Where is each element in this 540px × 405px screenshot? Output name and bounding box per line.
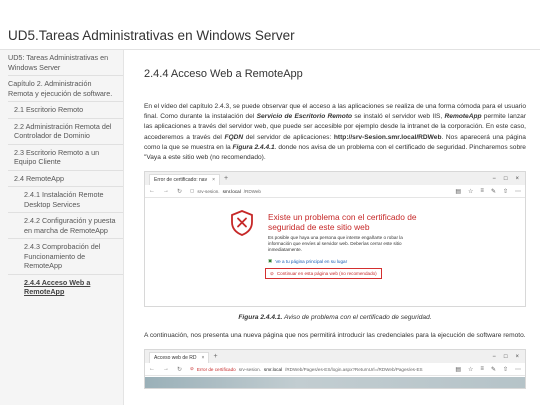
section-title: 2.4.4 Acceso Web a RemoteApp [144, 68, 303, 80]
browser-toolbar-icons: ▤ ☆ ≡ ✎ ⇧ ⋯ [455, 188, 521, 195]
new-tab-icon: + [213, 353, 218, 361]
maximize-icon: □ [503, 353, 508, 360]
page-icon: ▢ [190, 188, 195, 194]
browser-toolbar-icons: ▤ ☆ ≡ ✎ ⇧ ⋯ [455, 366, 521, 373]
window-controls: − □ × [492, 176, 525, 182]
minimize-icon: − [492, 353, 496, 360]
url-text: ⊘ Error de certificado srv-sesion. smr.lo… [190, 366, 423, 372]
share-icon: ⇧ [502, 188, 508, 195]
reading-view-icon: ▤ [455, 366, 462, 373]
close-icon: × [212, 177, 216, 184]
sidebar-item-0[interactable]: UD5: Tareas Administrativas en Windows S… [0, 50, 123, 75]
new-tab-icon: + [224, 175, 229, 183]
window-controls: − □ × [492, 354, 525, 360]
browser-tab-bar: Acceso web de RD × + − □ × [145, 350, 525, 364]
refresh-icon: ↻ [177, 366, 183, 373]
refresh-icon: ↻ [177, 188, 183, 195]
intro-paragraph: En el vídeo del capítulo 2.4.3, se puede… [144, 103, 526, 162]
close-window-icon: × [515, 175, 519, 182]
home-page-link: ▣ Ve a tu página principal en su lugar [268, 258, 348, 264]
figure-caption: Figura 2.4.4.1. Aviso de problema con el… [238, 314, 432, 322]
reading-view-icon: ▤ [455, 188, 462, 195]
more-icon: ⋯ [515, 366, 521, 373]
close-icon: × [201, 355, 205, 362]
notes-icon: ✎ [490, 366, 496, 373]
share-icon: ⇧ [502, 366, 508, 373]
forward-arrow-icon: → [163, 366, 169, 373]
sidebar-item-7[interactable]: 2.4.2 Configuración y puesta en marcha d… [0, 213, 123, 238]
sidebar-item-4[interactable]: 2.3 Escritorio Remoto a un Equipo Client… [0, 145, 123, 170]
figure-certificate-error-screenshot: Error de certificado: nav × + − □ × ← → … [144, 171, 526, 308]
shield-x-icon [231, 210, 253, 237]
continue-not-recommended-link: ⊘ Continuar en esta página web (no recom… [265, 268, 382, 280]
certificate-warning-icon: ⊘ [190, 366, 194, 372]
favorite-star-icon: ☆ [468, 188, 474, 195]
close-window-icon: × [515, 353, 519, 360]
warning-shield-icon: ⊘ [270, 270, 274, 276]
browser-tab: Acceso web de RD × [149, 352, 210, 364]
sidebar-item-1[interactable]: Capítulo 2. Administración Remota y ejec… [0, 76, 123, 101]
error-description: Es posible que haya una persona que inte… [268, 235, 403, 253]
browser-tab-bar: Error de certificado: nav × + − □ × [145, 172, 525, 186]
notes-icon: ✎ [490, 188, 496, 195]
back-arrow-icon: ← [149, 366, 155, 373]
sidebar-item-9[interactable]: 2.4.4 Acceso Web a RemoteApp [0, 275, 123, 300]
forward-arrow-icon: → [163, 188, 169, 195]
credentials-paragraph: A continuación, nos presenta una nueva p… [144, 332, 526, 340]
sidebar-item-5[interactable]: 2.4 RemoteApp [0, 171, 123, 187]
maximize-icon: □ [503, 175, 508, 182]
favorite-star-icon: ☆ [468, 366, 474, 373]
hub-icon: ≡ [480, 365, 484, 372]
back-arrow-icon: ← [149, 188, 155, 195]
sidebar-item-8[interactable]: 2.4.3 Comprobación del Funcionamiento de… [0, 239, 123, 274]
figure-rdweb-login-screenshot: Acceso web de RD × + − □ × ← → ↻ ⊘ Error… [144, 349, 526, 390]
browser-address-bar: ← → ↻ ⊘ Error de certificado srv-sesion.… [145, 363, 525, 377]
hub-icon: ≡ [480, 187, 484, 194]
login-page-background-image [145, 377, 525, 389]
more-icon: ⋯ [515, 188, 521, 195]
error-title: Existe un problema con el certificado de… [268, 212, 417, 233]
browser-address-bar: ← → ↻ ▢ srv-sesion. smr.local/RDWeb ▤ ☆ ≡… [145, 185, 525, 199]
page-header: UD5.Tareas Administrativas en Windows Se… [0, 0, 540, 50]
sidebar-nav: UD5: Tareas Administrativas en Windows S… [0, 50, 124, 405]
sidebar-item-6[interactable]: 2.4.1 Instalación Remote Desktop Service… [0, 187, 123, 212]
url-text: ▢ srv-sesion. smr.local/RDWeb [190, 188, 261, 194]
minimize-icon: − [492, 175, 496, 182]
home-square-icon: ▣ [268, 258, 273, 264]
main-content: 2.4.4 Acceso Web a RemoteApp En el vídeo… [144, 50, 526, 405]
sidebar-item-2[interactable]: 2.1 Escritorio Remoto [0, 102, 123, 118]
page-title: UD5.Tareas Administrativas en Windows Se… [8, 28, 295, 43]
browser-tab: Error de certificado: nav × [149, 174, 221, 186]
sidebar-item-3[interactable]: 2.2 Administración Remota del Controlado… [0, 119, 123, 144]
